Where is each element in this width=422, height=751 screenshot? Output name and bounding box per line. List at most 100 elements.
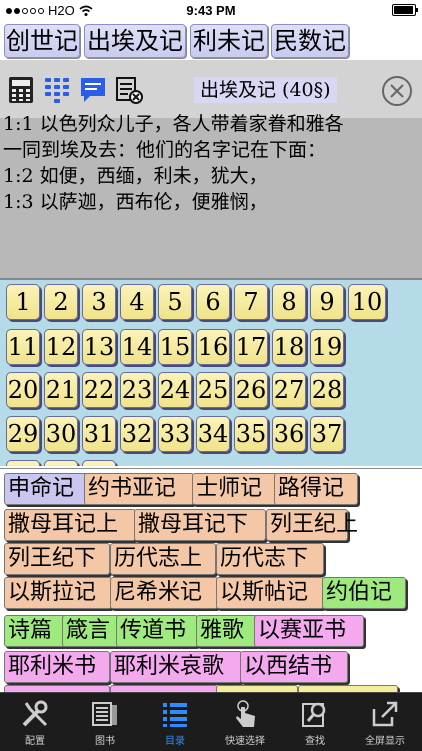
wrench-screwdriver-icon	[22, 700, 48, 727]
chapter-button[interactable]: 32	[120, 416, 154, 452]
reader-title: 出埃及记 (40§)	[194, 77, 337, 103]
book-item[interactable]: 诗篇	[4, 615, 66, 647]
chapter-button[interactable]: 21	[44, 372, 78, 408]
verse-line: 1:3 以萨迦，西布伦，便雅悯，	[3, 191, 268, 213]
chapter-button[interactable]: 37	[310, 416, 344, 452]
tab-quick-select[interactable]: 快速选择	[210, 693, 280, 751]
chapter-button[interactable]: 8	[272, 284, 306, 320]
chapter-button[interactable]: 1	[6, 284, 40, 320]
chapter-button[interactable]: 9	[310, 284, 344, 320]
verse-line: 一同到埃及去：他们的名字记在下面：	[3, 139, 327, 161]
book-tab-0[interactable]: 创世记	[4, 24, 80, 58]
clear-list-icon[interactable]	[114, 75, 144, 105]
chapter-button[interactable]: 22	[82, 372, 116, 408]
book-item[interactable]: 约伯记	[322, 577, 406, 609]
chapter-button-partial[interactable]	[82, 460, 116, 466]
reader-toolbar: 出埃及记 (40§)	[0, 60, 422, 118]
chapter-button[interactable]: 2	[44, 284, 78, 320]
book-item[interactable]: 历代志下	[216, 543, 324, 575]
verse-line: 1:2 如便，西缅，利未，犹大，	[3, 165, 268, 187]
chat-bubble-icon[interactable]	[78, 75, 108, 105]
chapter-button-partial[interactable]	[6, 460, 40, 466]
chapter-button[interactable]: 3	[82, 284, 116, 320]
book-item[interactable]: 申命记	[4, 473, 90, 505]
chapter-button[interactable]: 26	[234, 372, 268, 408]
bottom-tab-bar: 配置 图书 目录 快速选择 查找 全屏显示	[0, 692, 422, 751]
tab-label: 配置	[25, 736, 45, 747]
tab-books[interactable]: 图书	[70, 693, 140, 751]
tab-search[interactable]: 查找	[280, 693, 350, 751]
chapter-button[interactable]: 33	[158, 416, 192, 452]
close-icon[interactable]	[382, 76, 412, 106]
chapter-button[interactable]: 25	[196, 372, 230, 408]
chapter-button[interactable]: 24	[158, 372, 192, 408]
book-item[interactable]: 雅歌	[196, 615, 258, 647]
tab-contents[interactable]: 目录	[140, 693, 210, 751]
chapter-button[interactable]: 29	[6, 416, 40, 452]
chapter-button[interactable]: 28	[310, 372, 344, 408]
chapter-button[interactable]: 34	[196, 416, 230, 452]
chapter-button[interactable]: 30	[44, 416, 78, 452]
book-item[interactable]: 耶利米书	[4, 651, 110, 683]
book-item[interactable]: 历代志上	[110, 543, 216, 575]
chapter-button[interactable]: 7	[234, 284, 268, 320]
search-icon	[302, 702, 326, 727]
chapter-button[interactable]: 13	[82, 329, 116, 365]
book-item[interactable]: 以西结书	[240, 651, 348, 683]
chapter-button[interactable]: 23	[120, 372, 154, 408]
clock: 9:43 PM	[186, 3, 236, 18]
book-item[interactable]: 以赛亚书	[254, 615, 364, 647]
book-item[interactable]: 列王纪上	[266, 509, 358, 541]
chapter-button[interactable]: 6	[196, 284, 230, 320]
chapter-grid: 1 2 3 4 5 6 7 8 9 10 11 12 13 14 15 16 17 18 19 20 21 22 23 24 2…	[0, 280, 422, 466]
book-item[interactable]: 撒母耳记上	[4, 509, 136, 541]
chapter-button[interactable]: 5	[158, 284, 192, 320]
tab-label: 图书	[95, 736, 115, 747]
book-item[interactable]: 以斯帖记	[216, 577, 324, 609]
tab-settings[interactable]: 配置	[0, 693, 70, 751]
battery-icon	[392, 4, 418, 16]
keypad-icon[interactable]	[42, 75, 72, 105]
chapter-button[interactable]: 4	[120, 284, 154, 320]
book-tab-3[interactable]: 民数记	[271, 24, 349, 58]
chapter-button[interactable]: 19	[310, 329, 344, 365]
tab-label: 全屏显示	[365, 736, 405, 747]
chapter-button[interactable]: 35	[234, 416, 268, 452]
chapter-button[interactable]: 17	[234, 329, 268, 365]
chapter-button[interactable]: 18	[272, 329, 306, 365]
book-item[interactable]: 耶利米哀歌	[110, 651, 242, 683]
book-item[interactable]: 传道书	[116, 615, 198, 647]
chapter-button[interactable]: 16	[196, 329, 230, 365]
chapter-button[interactable]: 11	[6, 329, 40, 365]
book-item[interactable]: 约书亚记	[84, 473, 194, 505]
chapter-button[interactable]: 10	[348, 284, 386, 320]
book-tab-1[interactable]: 出埃及记	[84, 24, 186, 58]
list-icon	[163, 703, 187, 727]
chapter-button[interactable]: 14	[120, 329, 154, 365]
chapter-button[interactable]: 27	[272, 372, 306, 408]
chapter-button[interactable]: 15	[158, 329, 192, 365]
chapter-button[interactable]: 12	[44, 329, 78, 365]
chapter-button[interactable]: 31	[82, 416, 116, 452]
books-icon	[92, 702, 117, 726]
book-item[interactable]: 列王纪下	[4, 543, 110, 575]
book-tab-2[interactable]: 利未记	[190, 24, 268, 58]
tab-label: 查找	[305, 736, 325, 747]
book-item[interactable]: 士师记	[192, 473, 278, 505]
chapter-button[interactable]: 36	[272, 416, 306, 452]
book-item[interactable]: 尼希米记	[110, 577, 218, 609]
book-item[interactable]: 以斯拉记	[4, 577, 112, 609]
tab-label: 快速选择	[225, 736, 265, 747]
book-item[interactable]: 路得记	[274, 473, 358, 505]
calculator-icon[interactable]	[6, 75, 36, 105]
tab-label: 目录	[165, 736, 185, 747]
fullscreen-icon	[372, 701, 398, 727]
book-item[interactable]: 撒母耳记下	[134, 509, 266, 541]
tab-fullscreen[interactable]: 全屏显示	[350, 693, 420, 751]
recent-books-tabs: 创世记 出埃及记 利未记 民数记	[0, 22, 422, 58]
verse-line: 1:1 以色列众儿子，各人带着家眷和雅各	[3, 113, 344, 135]
chapter-button[interactable]: 20	[6, 372, 40, 408]
chapter-button-partial[interactable]	[44, 460, 78, 466]
book-item[interactable]: 箴言	[62, 615, 124, 647]
tap-hand-icon	[236, 700, 255, 727]
